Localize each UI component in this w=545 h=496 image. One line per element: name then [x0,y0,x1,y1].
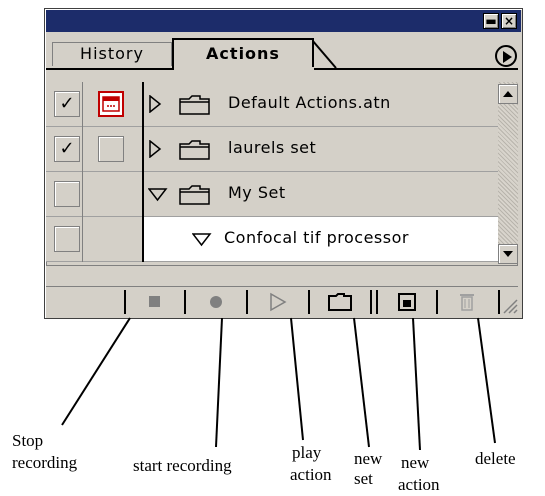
annotation-leader-lines [61,317,496,451]
label-stop-recording: Stop [12,430,43,452]
label-delete: delete [475,449,516,468]
label-new-action-line2: action [398,475,440,494]
label-new-set-line2: set [354,469,373,488]
label-stop-recording-line1: Stop [12,431,44,450]
label-play-action: play [292,443,322,462]
label-play-action-line2: action [290,465,332,484]
label-start-recording: start recording [133,456,232,475]
label-stop-recording-line2: recording [12,453,78,472]
label-new-action: new [401,453,430,472]
label-new-set: new [354,449,383,468]
